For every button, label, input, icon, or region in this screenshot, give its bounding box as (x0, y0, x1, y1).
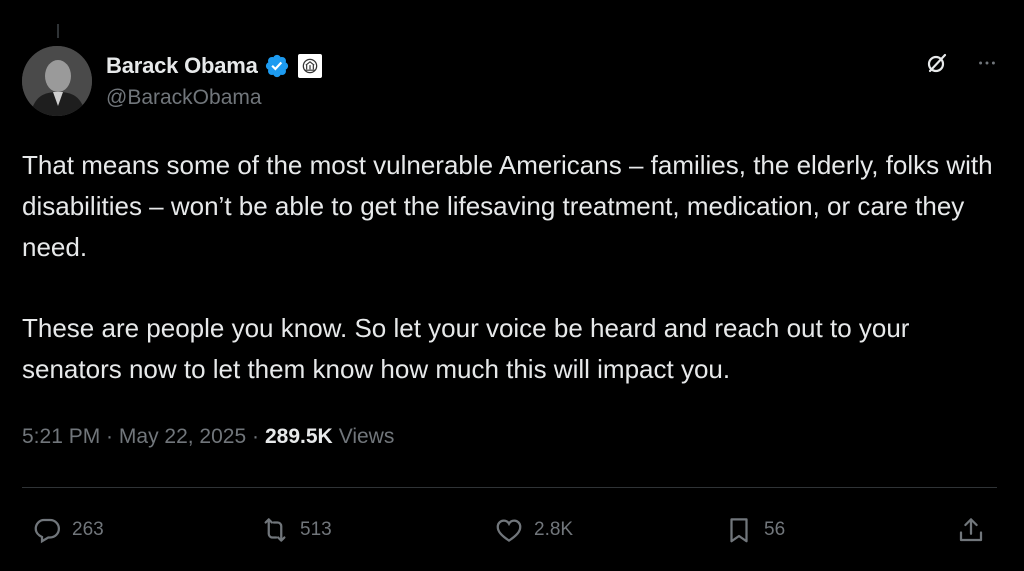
post-header: Barack Obama @BarackObama (22, 46, 1002, 116)
reply-button[interactable]: 263 (32, 510, 104, 550)
reply-icon (34, 518, 61, 544)
views-label: Views (338, 425, 395, 448)
share-button[interactable] (956, 510, 986, 550)
views-count: 289.5K (264, 425, 333, 448)
avatar-image (22, 46, 92, 116)
handle[interactable]: @BarackObama (106, 86, 322, 110)
post-text: That means some of the most vulnerable A… (22, 145, 997, 390)
like-button[interactable]: 2.8K (494, 510, 573, 550)
meta-separator: · (100, 425, 119, 448)
repost-button[interactable]: 513 (260, 510, 332, 550)
author-names: Barack Obama @BarackObama (106, 52, 322, 110)
post-paragraph: These are people you know. So let your v… (22, 313, 910, 384)
meta-separator: · (246, 425, 259, 448)
like-count: 2.8K (534, 519, 574, 540)
engagement-bar: 263 513 2.8K 56 (22, 510, 997, 550)
top-actions (922, 48, 1002, 78)
verified-badge-icon[interactable] (264, 53, 290, 79)
repost-icon (264, 518, 286, 542)
share-icon (959, 518, 983, 542)
divider (22, 487, 997, 488)
reply-count: 263 (72, 519, 104, 540)
bookmark-icon (730, 518, 748, 543)
post-time[interactable]: 5:21 PM (22, 425, 100, 449)
display-name[interactable]: Barack Obama (106, 53, 258, 79)
government-seal-icon[interactable] (297, 54, 322, 78)
post-paragraph: That means some of the most vulnerable A… (22, 150, 993, 262)
post-meta: 5:21 PM · May 22, 2025 · 289.5K Views (22, 425, 394, 449)
more-dots-icon[interactable] (972, 48, 1002, 78)
repost-count: 513 (300, 519, 332, 540)
post-date[interactable]: May 22, 2025 (119, 425, 246, 449)
bookmark-count: 56 (764, 519, 786, 540)
bookmark-button[interactable]: 56 (724, 510, 785, 550)
heart-icon (496, 519, 522, 542)
avatar[interactable] (22, 46, 92, 116)
thread-line (57, 24, 59, 38)
grok-icon[interactable] (922, 48, 952, 78)
display-name-row: Barack Obama (106, 52, 322, 80)
